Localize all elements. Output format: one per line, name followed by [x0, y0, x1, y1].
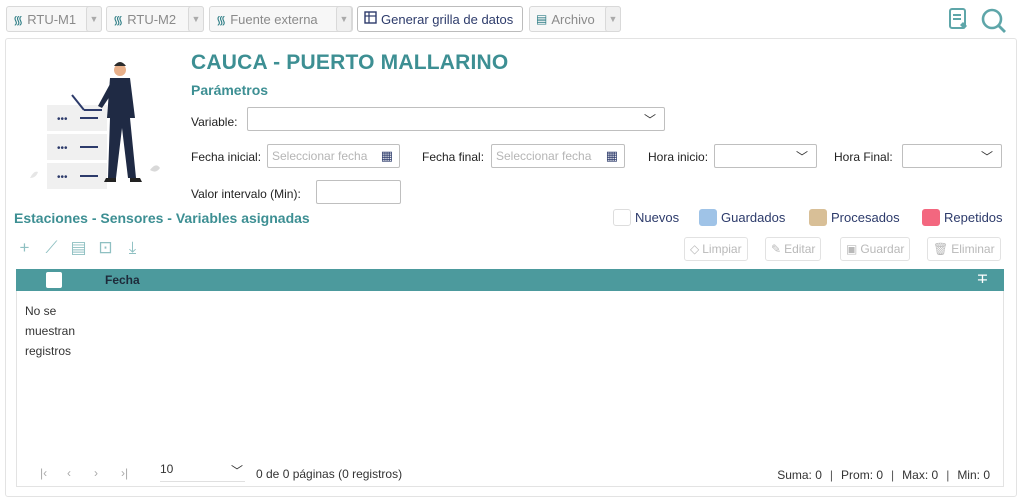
column-header-date[interactable]: Fecha: [105, 273, 140, 287]
start-date-input[interactable]: Seleccionar fecha ▦: [267, 144, 400, 168]
legend-processed: Procesados: [809, 209, 900, 226]
edit-button[interactable]: ✎ Editar: [765, 237, 822, 261]
clear-button[interactable]: ◇ Limpiar: [684, 237, 748, 261]
calendar-icon[interactable]: ▦: [381, 148, 393, 164]
signal-icon: ᯾: [113, 12, 124, 27]
table-icon: [364, 11, 377, 27]
pencil-icon: ✎: [771, 242, 782, 256]
svg-text:•••: •••: [57, 143, 68, 154]
signal-icon: ᯾: [216, 12, 227, 27]
start-date-label: Fecha inicial:: [191, 150, 262, 164]
top-toolbar: ᯾ RTU-M1 ▼ ᯾ RTU-M2 ▼ ᯾ Fuente externa ▼…: [0, 0, 1024, 38]
generate-grid-label: Generar grilla de datos: [381, 11, 514, 27]
delete-button[interactable]: 🗑 Eliminar: [927, 237, 1001, 261]
end-time-label: Hora Final:: [834, 150, 893, 164]
save-button[interactable]: ▣ Guardar: [840, 237, 911, 261]
start-date-placeholder: Seleccionar fecha: [272, 149, 368, 163]
legend-label-repeated: Repetidos: [944, 210, 1003, 225]
page-size-value: 10: [160, 462, 174, 476]
external-source-button[interactable]: ᯾ Fuente externa: [209, 6, 353, 32]
next-page-icon[interactable]: ›: [94, 466, 121, 480]
file-label: Archivo: [551, 11, 595, 27]
stat-sum: Suma: 0: [777, 468, 822, 482]
search-icon[interactable]: [980, 7, 1008, 36]
legend-label-new: Nuevos: [635, 210, 680, 225]
last-page-icon[interactable]: ›|: [121, 466, 148, 480]
legend-swatch-saved: [699, 209, 717, 226]
generate-grid-button[interactable]: Generar grilla de datos: [357, 6, 523, 32]
save-label: Guardar: [860, 242, 905, 256]
first-page-icon[interactable]: |‹: [40, 466, 67, 480]
variable-select[interactable]: ﹀: [247, 107, 665, 131]
prev-page-icon[interactable]: ‹: [67, 466, 94, 480]
file-dropdown[interactable]: ▼: [605, 6, 621, 32]
empty-message: No se muestran registros: [25, 304, 76, 358]
server-illustration: ••• ••• •••: [22, 60, 172, 190]
external-source-label: Fuente externa: [230, 11, 318, 27]
save-icon: ▣: [846, 242, 858, 256]
legend-swatch-processed: [809, 209, 827, 226]
external-source-dropdown[interactable]: ▼: [336, 6, 352, 32]
legend-label-saved: Guardados: [721, 210, 786, 225]
select-all-checkbox[interactable]: [46, 272, 62, 288]
interval-label: Valor intervalo (Min):: [191, 187, 301, 201]
chevron-down-icon: ﹀: [795, 150, 808, 164]
rtu-m1-label: RTU-M1: [27, 11, 77, 27]
calendar-icon[interactable]: ▦: [606, 148, 618, 164]
chart-icon[interactable]: ⟋: [43, 238, 60, 258]
delete-label: Eliminar: [951, 242, 995, 256]
legend-new: Nuevos: [613, 209, 679, 226]
pager-nav: |‹ ‹ › ›|: [40, 466, 148, 480]
page-info: 0 de 0 páginas (0 registros): [256, 467, 403, 481]
section-title: Estaciones - Sensores - Variables asigna…: [14, 210, 310, 226]
interval-input[interactable]: [316, 180, 401, 204]
end-time-select[interactable]: ﹀: [902, 144, 1002, 168]
stats-bar: Suma: 0 | Prom: 0 | Max: 0 | Min: 0: [777, 468, 990, 482]
legend-swatch-new: [613, 209, 631, 226]
download-icon[interactable]: ⤓: [124, 238, 141, 258]
signal-icon: ᯾: [13, 12, 24, 27]
chevron-down-icon: ﹀: [980, 150, 993, 164]
filter-clear-icon[interactable]: ⊤̶: [977, 272, 988, 286]
report-edit-icon[interactable]: ▤: [70, 238, 87, 258]
add-icon[interactable]: +: [16, 238, 33, 258]
file-icon: ▤: [536, 12, 548, 26]
svg-text:•••: •••: [57, 172, 68, 183]
rtu-m2-label: RTU-M2: [127, 11, 177, 27]
rtu-m2-dropdown[interactable]: ▼: [188, 6, 204, 32]
eraser-icon: ◇: [690, 242, 700, 256]
grid-body: No se muestran registros: [16, 291, 1004, 487]
end-date-input[interactable]: Seleccionar fecha ▦: [491, 144, 625, 168]
stat-max: Max: 0: [902, 468, 939, 482]
station-title: CAUCA - PUERTO MALLARINO: [191, 51, 509, 74]
parameters-subtitle: Parámetros: [191, 82, 269, 98]
svg-text:•••: •••: [57, 114, 68, 125]
rtu-m1-dropdown[interactable]: ▼: [86, 6, 102, 32]
chevron-down-icon: ﹀: [230, 464, 243, 478]
trash-icon: 🗑: [933, 242, 949, 256]
report-icon[interactable]: [948, 7, 970, 34]
page-size-select[interactable]: 10 ﹀: [160, 462, 245, 482]
legend-label-processed: Procesados: [831, 210, 900, 225]
stat-avg: Prom: 0: [841, 468, 884, 482]
grid-header: Fecha ⊤̶: [16, 269, 1004, 291]
start-time-select[interactable]: ﹀: [714, 144, 817, 168]
end-date-label: Fecha final:: [422, 150, 485, 164]
variable-label: Variable:: [191, 115, 238, 129]
legend-swatch-repeated: [922, 209, 940, 226]
legend-saved: Guardados: [699, 209, 785, 226]
chevron-down-icon: ﹀: [643, 113, 656, 127]
edit-label: Editar: [784, 242, 816, 256]
stat-min: Min: 0: [957, 468, 990, 482]
grid-action-icons: + ⟋ ▤ ⊡ ⤓: [16, 238, 141, 258]
start-time-label: Hora inicio:: [648, 150, 709, 164]
clear-label: Limpiar: [702, 242, 742, 256]
end-date-placeholder: Seleccionar fecha: [496, 149, 592, 163]
legend-repeated: Repetidos: [922, 209, 1003, 226]
lock-icon[interactable]: ⊡: [97, 238, 114, 258]
